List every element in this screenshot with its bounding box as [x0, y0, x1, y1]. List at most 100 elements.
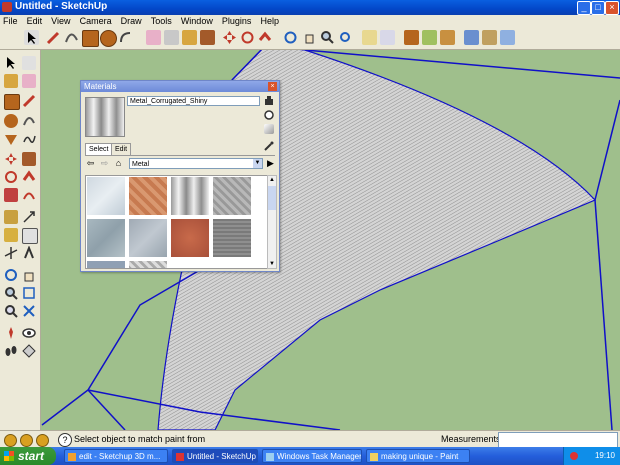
pan-icon[interactable] [22, 268, 36, 282]
taskbar-item-task-manager[interactable]: Windows Task Manager [262, 449, 362, 463]
polygon-icon[interactable] [4, 132, 18, 146]
rectangle-tool-icon[interactable] [82, 30, 99, 47]
arc-icon[interactable] [22, 114, 36, 128]
orbit-icon[interactable] [4, 268, 18, 282]
zoom-extents-icon[interactable] [338, 30, 353, 45]
model-info-icon[interactable] [404, 30, 419, 45]
dimension-icon[interactable] [22, 210, 36, 224]
photo-textures-icon[interactable] [482, 30, 497, 45]
circle-icon[interactable] [4, 114, 18, 128]
move-icon[interactable] [4, 152, 18, 166]
menu-help[interactable]: Help [257, 15, 282, 27]
zoom-icon[interactable] [4, 286, 18, 300]
chevron-down-icon[interactable]: ▼ [253, 159, 262, 168]
tab-select[interactable]: Select [85, 143, 113, 155]
material-swatch[interactable] [87, 261, 125, 268]
erase-icon[interactable] [22, 74, 36, 88]
zoom-tool-icon[interactable] [320, 30, 335, 45]
scrollbar-thumb[interactable] [268, 186, 276, 210]
swatch-scrollbar[interactable]: ▲ ▼ [267, 175, 277, 269]
share-model-icon[interactable] [440, 30, 455, 45]
menu-view[interactable]: View [48, 15, 73, 27]
select-tool-icon[interactable] [24, 30, 39, 45]
zoom-window-icon[interactable] [22, 286, 36, 300]
material-swatch[interactable] [171, 177, 209, 215]
text-icon[interactable] [22, 228, 38, 244]
circle-tool-icon[interactable] [100, 30, 117, 47]
material-swatch[interactable] [129, 261, 167, 268]
freehand-icon[interactable] [22, 132, 36, 146]
section-plane-icon[interactable] [22, 344, 36, 358]
components-icon[interactable] [362, 30, 377, 45]
sample-paint-icon[interactable] [264, 141, 274, 151]
default-material-icon[interactable] [264, 124, 274, 134]
zoom-extents-side-icon[interactable] [22, 304, 36, 318]
tape-icon[interactable] [4, 210, 18, 224]
get-models-icon[interactable] [422, 30, 437, 45]
rotate-tool-icon[interactable] [240, 30, 255, 45]
scroll-up-icon[interactable]: ▲ [268, 176, 276, 184]
menu-tools[interactable]: Tools [148, 15, 175, 27]
menu-plugins[interactable]: Plugins [219, 15, 255, 27]
minimize-button[interactable]: _ [577, 1, 591, 15]
material-swatch[interactable] [129, 219, 167, 257]
walk-icon[interactable] [4, 344, 18, 358]
position-camera-icon[interactable] [4, 326, 18, 340]
library-dropdown[interactable]: Metal ▼ [129, 158, 263, 169]
material-swatch[interactable] [171, 219, 209, 257]
make-component-icon[interactable] [22, 56, 36, 70]
push-pull-icon[interactable] [200, 30, 215, 45]
tray-app-icon[interactable] [570, 452, 578, 460]
protractor-icon[interactable] [4, 228, 18, 242]
materials-title-bar[interactable]: Materials × [81, 81, 279, 92]
scroll-down-icon[interactable]: ▼ [268, 260, 276, 268]
maximize-button[interactable]: □ [591, 1, 605, 15]
credits-icon[interactable] [20, 434, 33, 447]
material-swatch[interactable] [87, 219, 125, 257]
paint-bucket-icon[interactable] [182, 30, 197, 45]
pencil-tool-icon[interactable] [46, 30, 61, 45]
measurements-field[interactable] [498, 432, 618, 448]
axes-icon[interactable] [4, 246, 18, 260]
user-icon[interactable] [36, 434, 49, 447]
start-button[interactable]: start [0, 447, 56, 465]
back-arrow-icon[interactable]: ⇦ [85, 158, 96, 169]
forward-arrow-icon[interactable]: ⇨ [99, 158, 110, 169]
help-icon[interactable]: ? [58, 433, 72, 447]
eraser-tool-icon[interactable] [146, 30, 161, 45]
offset-icon[interactable] [22, 188, 36, 202]
taskbar-item-browser[interactable]: edit - Sketchup 3D m... [64, 449, 168, 463]
create-material-icon[interactable] [264, 110, 274, 120]
google-earth-icon[interactable] [464, 30, 479, 45]
menu-edit[interactable]: Edit [24, 15, 46, 27]
home-icon[interactable]: ⌂ [113, 158, 124, 169]
close-button[interactable]: × [605, 1, 619, 15]
layers-icon[interactable] [500, 30, 515, 45]
pushpull-icon[interactable] [22, 152, 36, 166]
scale-icon[interactable] [4, 188, 18, 202]
orbit-tool-icon[interactable] [283, 30, 298, 45]
material-swatch[interactable] [213, 177, 251, 215]
menu-file[interactable]: File [0, 15, 21, 27]
look-around-icon[interactable] [22, 326, 36, 340]
menu-window[interactable]: Window [178, 15, 216, 27]
tab-edit[interactable]: Edit [111, 143, 132, 155]
followme-icon[interactable] [22, 170, 36, 184]
3d-text-icon[interactable] [22, 245, 36, 260]
geo-location-icon[interactable] [4, 434, 17, 447]
rotate-icon[interactable] [4, 170, 18, 184]
previous-view-icon[interactable] [4, 304, 18, 318]
material-name-field[interactable]: Metal_Corrugated_Shiny [127, 96, 260, 106]
taskbar-item-sketchup[interactable]: Untitled - SketchUp [172, 449, 258, 463]
display-secondary-icon[interactable] [264, 96, 274, 106]
material-swatch[interactable] [87, 177, 125, 215]
menu-camera[interactable]: Camera [77, 15, 115, 27]
menu-draw[interactable]: Draw [118, 15, 145, 27]
paint-icon[interactable] [4, 74, 18, 88]
material-swatch[interactable] [213, 219, 251, 257]
taskbar-item-paint[interactable]: making unique - Paint [366, 449, 470, 463]
move-tool-icon[interactable] [222, 30, 237, 45]
materials-close-button[interactable]: × [268, 82, 277, 91]
select-arrow-icon[interactable] [4, 56, 18, 70]
details-arrow-icon[interactable]: ▶ [265, 158, 276, 169]
